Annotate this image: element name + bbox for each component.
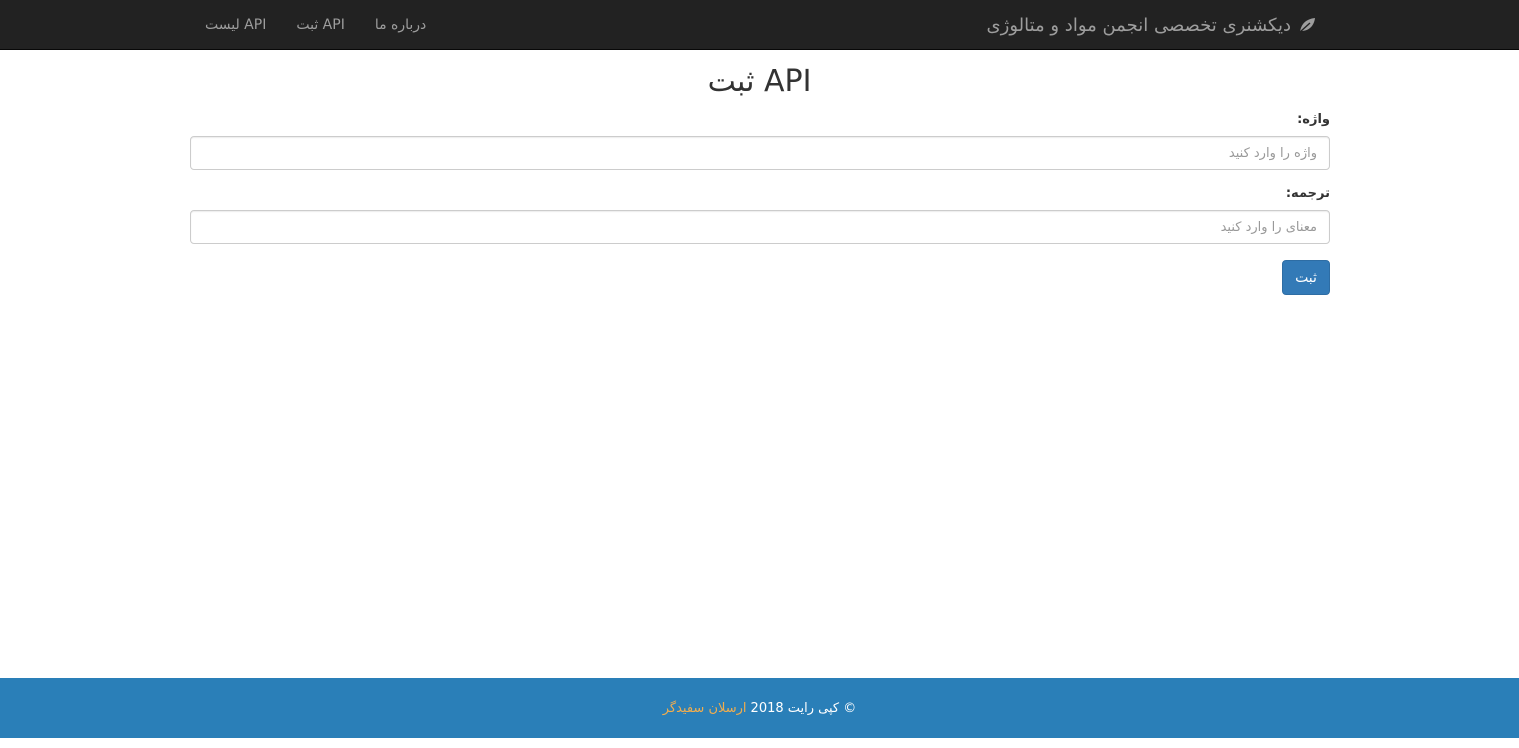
leaf-icon (1297, 15, 1317, 35)
copyright-text: © کپی رایت 2018 (750, 700, 857, 716)
nav-link-list-api[interactable]: لیست API (190, 0, 281, 50)
nav-link-register-api[interactable]: ثبت API (281, 0, 359, 50)
translation-input[interactable] (190, 210, 1330, 244)
nav-link-about[interactable]: درباره ما (360, 0, 441, 50)
nav-links: درباره ما ثبت API لیست API (190, 0, 441, 50)
word-label: واژه: (1297, 112, 1330, 127)
brand-link[interactable]: دیکشنری تخصصی انجمن مواد و متالوژی (987, 0, 1317, 50)
top-navbar: دیکشنری تخصصی انجمن مواد و متالوژی دربار… (0, 0, 1519, 50)
submit-button[interactable]: ثبت (1282, 260, 1330, 295)
translation-label: ترجمه: (1285, 186, 1330, 201)
page-title: ثبت API (707, 64, 812, 99)
translation-form-group: ترجمه: (190, 184, 1330, 244)
word-form-group: واژه: (190, 110, 1330, 170)
author-link[interactable]: ارسلان سفیدگر (663, 701, 747, 716)
register-form: واژه: ترجمه: ثبت (190, 110, 1330, 295)
brand-label: دیکشنری تخصصی انجمن مواد و متالوژی (986, 14, 1291, 36)
word-input[interactable] (190, 136, 1330, 170)
footer: © کپی رایت 2018 ارسلان سفیدگر (0, 678, 1519, 738)
